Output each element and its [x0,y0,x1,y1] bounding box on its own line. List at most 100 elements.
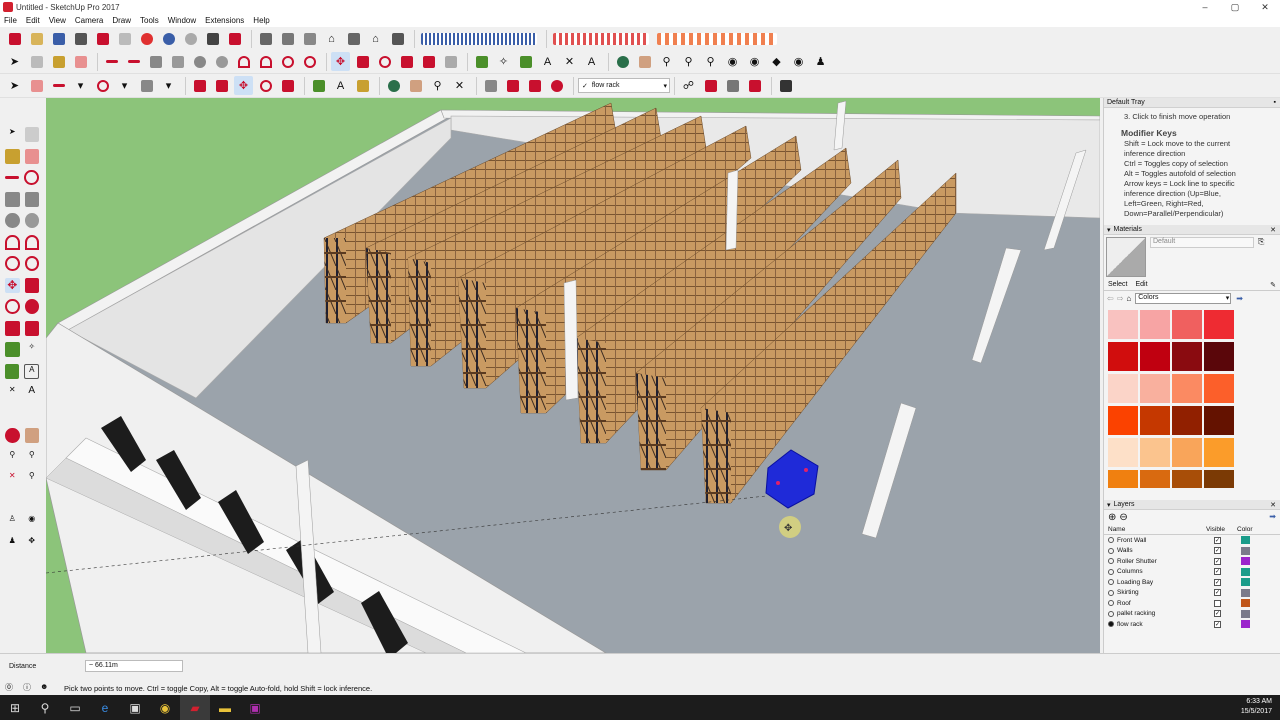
paste-icon[interactable] [115,29,134,48]
store-icon[interactable]: ▣ [120,695,150,720]
copy-icon[interactable] [93,29,112,48]
previous-view-icon[interactable]: ◉ [723,52,742,71]
active-layer-radio[interactable] [1108,579,1114,586]
look-around-tool-icon[interactable]: ◉ [25,514,40,529]
close-button[interactable]: ✕ [1250,0,1280,14]
delete-layer-icon[interactable]: ⊖ [1119,512,1127,523]
layers-header[interactable]: ▾ Layers ✕ [1104,500,1280,510]
menu-edit[interactable]: Edit [26,16,40,25]
layers-col-name[interactable]: Name [1108,526,1125,533]
active-layer-radio[interactable] [1108,568,1114,575]
paint2-icon[interactable] [353,76,372,95]
layer-visible-checkbox[interactable]: ✓ [1214,610,1221,618]
freehand-icon[interactable] [124,52,143,71]
create-material-icon[interactable]: ⎘ [1258,237,1264,277]
layer-color-chip[interactable] [1241,578,1250,587]
arc-tool-icon[interactable] [93,76,112,95]
layer-color-chip[interactable] [1241,567,1250,576]
task-view-icon[interactable]: ▭ [60,695,90,720]
layer-visible-checkbox[interactable] [1214,599,1221,607]
layer-color-chip[interactable] [1241,599,1250,608]
fog-icon[interactable] [745,76,764,95]
pencil-icon[interactable] [49,76,68,95]
sketchup-task-icon[interactable]: ▰ [180,695,210,720]
color-swatch[interactable] [1172,406,1202,435]
followme-tool-icon[interactable] [24,299,39,315]
pie-icon[interactable] [300,52,319,71]
layer-color-chip[interactable] [1241,620,1250,629]
text2-icon[interactable]: A [331,76,350,95]
paint-tool-icon[interactable] [5,148,20,164]
library-select[interactable]: Colors ▾ [1135,293,1232,304]
color-swatch[interactable] [1108,406,1138,435]
pie-tool-icon[interactable] [24,256,39,272]
line-icon[interactable] [102,52,121,71]
back-view-icon[interactable] [344,29,363,48]
search-icon[interactable]: ⚲ [30,695,60,720]
details-arrow-icon[interactable]: ➡ [1269,512,1276,521]
add-layer-icon[interactable]: ⊕ [1108,512,1116,523]
color-swatch[interactable] [1108,438,1138,467]
color-swatch[interactable] [1172,310,1202,339]
media-app-icon[interactable]: ▣ [240,695,270,720]
pin-icon[interactable]: ▪ [1274,99,1276,106]
menu-help[interactable]: Help [253,16,269,25]
arc-icon[interactable] [234,52,253,71]
close-icon[interactable]: ✕ [1270,501,1276,509]
zoom-window-icon[interactable]: ⚲ [679,52,698,71]
menu-window[interactable]: Window [168,16,196,25]
layers-icon[interactable]: ☍ [679,76,698,95]
color-swatch[interactable] [1204,310,1234,339]
layer-color-chip[interactable] [1241,536,1250,545]
color-swatch[interactable] [1204,374,1234,403]
eraser-icon[interactable] [71,52,90,71]
material-name-field[interactable]: Default [1150,237,1254,248]
left-view-icon[interactable] [388,29,407,48]
back-arrow-icon[interactable]: ⇦ [1107,294,1114,303]
scale-tool-icon[interactable] [5,320,20,336]
zoom-window-tool-icon[interactable]: ⚲ [25,450,40,465]
pan-icon[interactable] [635,52,654,71]
layer-visible-checkbox[interactable]: ✓ [1214,578,1221,586]
position-camera-tool-icon[interactable]: ♙ [5,514,20,529]
color-swatch[interactable] [1108,374,1138,403]
3d-text-icon[interactable]: A [582,52,601,71]
color-swatch[interactable] [1140,374,1170,403]
layer-visible-checkbox[interactable]: ✓ [1214,620,1221,628]
axes-icon[interactable]: ✕ [560,52,579,71]
select2-icon[interactable]: ➤ [5,76,24,95]
section-icons[interactable] [654,29,779,48]
rectangle-icon[interactable] [146,52,165,71]
layer-row[interactable]: Columns ✓ [1104,567,1280,578]
eraser2-icon[interactable] [27,76,46,95]
geo-location-icon[interactable]: ⓪ [5,682,13,693]
tape-tool-icon[interactable] [5,342,20,358]
rotated-rect-tool-icon[interactable] [24,191,39,207]
pan-tool-icon[interactable] [24,428,39,444]
color-swatch[interactable] [1140,438,1170,467]
minimize-button[interactable]: – [1190,0,1220,14]
color-swatch[interactable] [1140,310,1170,339]
zoom2-icon[interactable]: ⚲ [428,76,447,95]
arc-tool-icon[interactable] [5,234,20,250]
layer-visible-checkbox[interactable]: ✓ [1214,557,1221,565]
color-swatch[interactable] [1172,438,1202,467]
layer-row[interactable]: Roof [1104,598,1280,609]
select-icon[interactable]: ➤ [5,52,24,71]
protractor-tool-icon[interactable] [5,363,20,379]
orbit2-icon[interactable] [384,76,403,95]
color-swatch[interactable] [1172,342,1202,371]
shadows-icon[interactable] [723,76,742,95]
home-icon[interactable]: ⌂ [322,29,341,48]
chrome-icon[interactable]: ◉ [150,695,180,720]
active-layer-radio[interactable] [1108,537,1114,544]
measurements-input[interactable]: ~ 66.11m [85,660,183,672]
layer-row[interactable]: Walls ✓ [1104,546,1280,557]
close-icon[interactable]: ✕ [1270,226,1276,234]
user-icon[interactable]: ☻ [40,682,48,691]
polygon-icon[interactable] [212,52,231,71]
active-layer-radio[interactable] [1108,600,1114,607]
getting-started-icon[interactable] [5,29,24,48]
rotate-icon[interactable] [375,52,394,71]
iso-view-icon[interactable] [256,29,275,48]
